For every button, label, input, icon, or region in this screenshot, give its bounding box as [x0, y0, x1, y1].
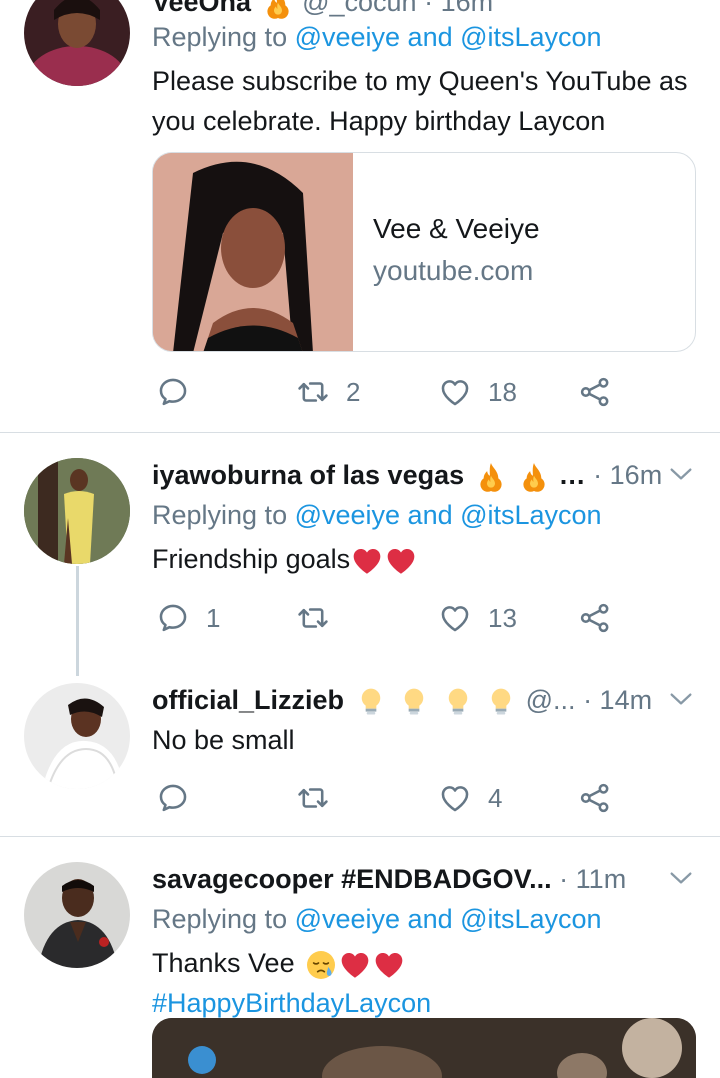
retweet-button[interactable]	[296, 598, 346, 638]
retweet-button[interactable]	[296, 778, 346, 818]
display-name[interactable]: iyawoburna of las vegas	[152, 460, 464, 490]
tweet-actions: 1 13	[152, 598, 622, 638]
retweet-count: 2	[346, 376, 361, 407]
tweet-text-body: Friendship goals	[152, 544, 351, 574]
media-image	[152, 1018, 696, 1078]
avatar[interactable]	[24, 862, 130, 968]
user-handle[interactable]: @...	[526, 685, 576, 715]
tweet[interactable]: VeeOna @_cocun · 16m Replying to @veeiye…	[0, 0, 720, 432]
mention-link[interactable]: @veeiye and @itsLaycon	[295, 22, 602, 52]
sleepy-face-emoji	[304, 949, 338, 981]
avatar[interactable]	[24, 683, 130, 789]
caret-down-icon[interactable]	[666, 459, 696, 489]
reply-icon	[156, 781, 190, 815]
fire-emoji	[474, 461, 508, 493]
replying-label: Replying to	[152, 500, 295, 530]
link-card[interactable]: Vee & Veeiye youtube.com	[152, 152, 696, 352]
avatar[interactable]	[24, 458, 130, 564]
reply-button[interactable]: 1	[156, 598, 220, 638]
media-preview[interactable]	[152, 1018, 696, 1078]
share-icon	[578, 375, 612, 409]
share-icon	[578, 781, 612, 815]
like-button[interactable]: 18	[438, 372, 517, 412]
reply-button[interactable]	[156, 778, 206, 818]
replying-label: Replying to	[152, 904, 295, 934]
bulb-emoji	[397, 686, 431, 718]
tweet-actions: 4	[152, 778, 622, 818]
tweet-text: Friendship goals	[152, 539, 696, 579]
like-button[interactable]: 4	[438, 778, 502, 818]
replying-label: Replying to	[152, 22, 295, 52]
user-handle[interactable]: @_cocun	[302, 0, 416, 17]
tweet-text: Thanks Vee	[152, 943, 696, 983]
retweet-button[interactable]: 2	[296, 372, 360, 412]
reply-count: 1	[206, 602, 221, 633]
card-title: Vee & Veeiye	[373, 213, 540, 244]
like-icon	[438, 375, 472, 409]
display-name[interactable]: VeeOna	[152, 0, 251, 17]
tweet-header: savagecooper #ENDBADGOV... · 11m	[152, 859, 696, 899]
tweet-text: No be small	[152, 725, 295, 755]
retweet-icon	[296, 375, 330, 409]
bulb-emoji	[354, 686, 388, 718]
tweet-header: official_Lizzieb @... · 14m	[152, 680, 696, 720]
share-button[interactable]	[578, 778, 612, 818]
name-ellipsis: …	[558, 460, 586, 490]
bulb-emoji	[441, 686, 475, 718]
fire-emoji	[517, 461, 551, 493]
avatar-image	[24, 862, 130, 968]
like-count: 18	[488, 376, 517, 407]
timestamp[interactable]: · 11m	[559, 864, 626, 894]
heart-emoji	[338, 949, 372, 981]
tweet[interactable]: iyawoburna of las vegas … · 16m Replying…	[0, 433, 720, 663]
share-button[interactable]	[578, 372, 612, 412]
heart-emoji	[384, 545, 418, 577]
mention-link[interactable]: @veeiye and @itsLaycon	[295, 500, 602, 530]
card-domain: youtube.com	[373, 255, 534, 286]
share-button[interactable]	[578, 598, 612, 638]
hashtag-link[interactable]: #HappyBirthdayLaycon	[152, 983, 696, 1023]
replying-to: Replying to @veeiye and @itsLaycon	[152, 17, 696, 57]
display-name[interactable]: official_Lizzieb	[152, 685, 344, 715]
timestamp[interactable]: · 16m	[593, 460, 662, 490]
like-count: 4	[488, 782, 503, 813]
share-icon	[578, 601, 612, 635]
avatar-image	[24, 0, 130, 86]
avatar[interactable]	[24, 0, 130, 86]
timestamp[interactable]: · 14m	[583, 685, 652, 715]
replying-to: Replying to @veeiye and @itsLaycon	[152, 899, 696, 939]
like-icon	[438, 781, 472, 815]
reply-icon	[156, 375, 190, 409]
like-count: 13	[488, 602, 517, 633]
timestamp[interactable]: · 16m	[424, 0, 493, 17]
display-name[interactable]: savagecooper #ENDBADGOV...	[152, 864, 552, 894]
tweet[interactable]: savagecooper #ENDBADGOV... · 11m Replyin…	[0, 837, 720, 1078]
like-button[interactable]: 13	[438, 598, 517, 638]
replying-to: Replying to @veeiye and @itsLaycon	[152, 495, 696, 535]
retweet-icon	[296, 601, 330, 635]
tweet-header: iyawoburna of las vegas … · 16m	[152, 455, 696, 495]
heart-emoji	[372, 949, 406, 981]
tweet-text-body: Thanks Vee	[152, 948, 303, 978]
heart-emoji	[350, 545, 384, 577]
card-thumbnail	[153, 153, 353, 351]
caret-down-icon[interactable]	[666, 863, 696, 893]
mention-link[interactable]: @veeiye and @itsLaycon	[295, 904, 602, 934]
tweet-text: Please subscribe to my Queen's YouTube a…	[152, 66, 688, 136]
reply-icon	[156, 601, 190, 635]
reply-button[interactable]	[156, 372, 206, 412]
avatar-image	[24, 458, 130, 564]
bulb-emoji	[484, 686, 518, 718]
caret-down-icon[interactable]	[666, 684, 696, 714]
retweet-icon	[296, 781, 330, 815]
avatar-image	[24, 683, 130, 789]
like-icon	[438, 601, 472, 635]
tweet-actions: 2 18	[152, 372, 622, 412]
tweet[interactable]: official_Lizzieb @... · 14m No be small …	[0, 663, 720, 836]
